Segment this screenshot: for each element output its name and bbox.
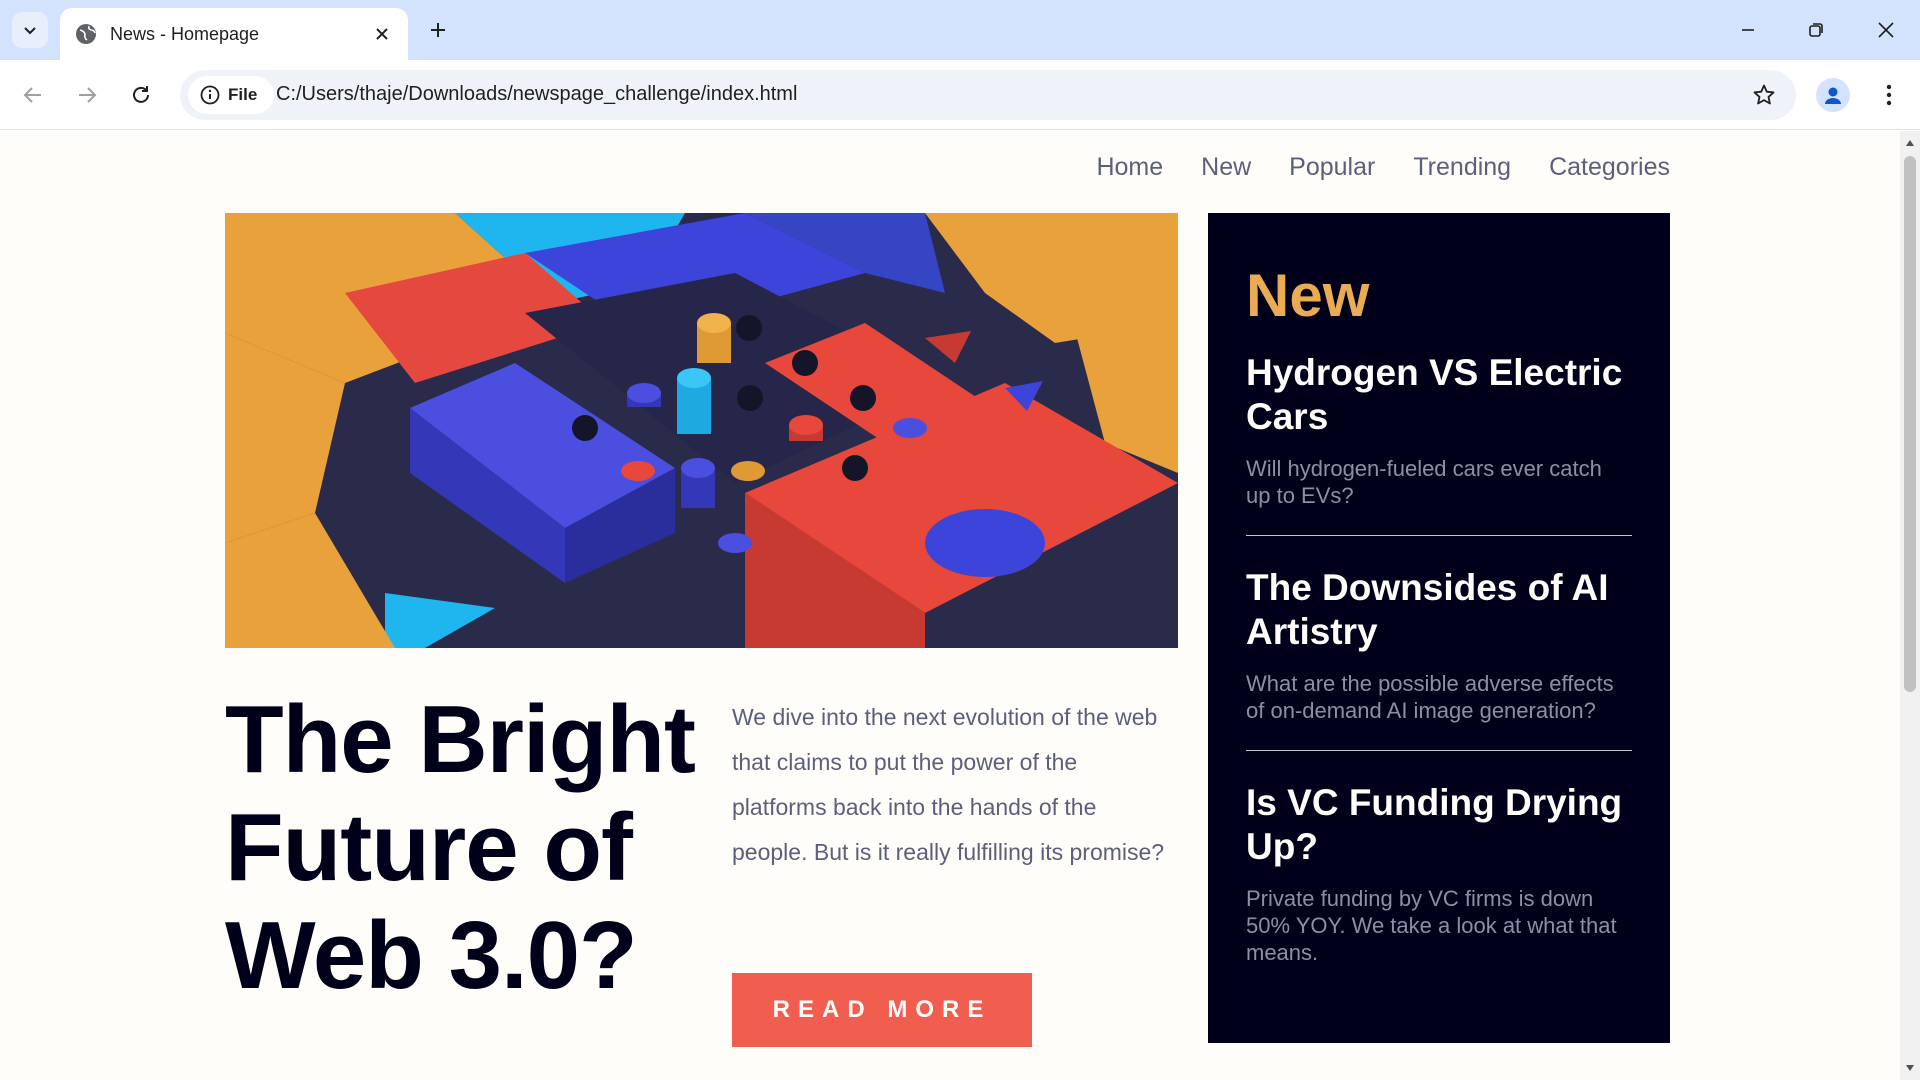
plus-icon: [431, 23, 445, 37]
nav-link-popular[interactable]: Popular: [1289, 153, 1375, 182]
tab-close-button[interactable]: [366, 18, 398, 50]
new-tab-button[interactable]: [422, 14, 454, 46]
hero-headline: The Bright Future of Web 3.0?: [225, 686, 696, 1009]
profile-icon: [1825, 87, 1841, 104]
new-articles-panel: New Hydrogen VS Electric Cars Will hydro…: [1208, 213, 1670, 1043]
page-viewport: Home New Popular Trending Categories The…: [0, 131, 1900, 1080]
globe-icon: [74, 22, 98, 46]
scroll-down-arrow[interactable]: [1904, 1062, 1916, 1074]
close-icon: [1878, 22, 1894, 38]
kebab-menu-icon: [1886, 84, 1892, 106]
scroll-up-arrow[interactable]: [1904, 137, 1916, 149]
minimize-button[interactable]: [1728, 12, 1768, 48]
forward-icon: [79, 87, 97, 103]
nav-link-home[interactable]: Home: [1096, 153, 1163, 182]
info-icon: [200, 85, 220, 105]
restore-button[interactable]: [1796, 12, 1836, 48]
news-item-title[interactable]: The Downsides of AI Artistry: [1246, 566, 1632, 654]
chevron-down-icon: [24, 27, 36, 35]
scroll-thumb[interactable]: [1904, 156, 1916, 692]
back-button[interactable]: [14, 76, 52, 114]
hero-image: [225, 213, 1178, 648]
nav-link-new[interactable]: New: [1201, 153, 1251, 182]
site-nav: Home New Popular Trending Categories: [1096, 153, 1670, 182]
bookmark-button[interactable]: [1748, 79, 1780, 111]
address-bar[interactable]: File C:/Users/thaje/Downloads/newspage_c…: [180, 70, 1796, 120]
back-icon: [23, 87, 41, 103]
minimize-icon: [1742, 29, 1754, 31]
browser-toolbar: File C:/Users/thaje/Downloads/newspage_c…: [0, 60, 1920, 130]
news-item-title[interactable]: Is VC Funding Drying Up?: [1246, 781, 1632, 869]
forward-button[interactable]: [68, 76, 106, 114]
nav-link-categories[interactable]: Categories: [1549, 153, 1670, 182]
news-item: Is VC Funding Drying Up? Private funding…: [1246, 750, 1632, 992]
browser-menu-button[interactable]: [1872, 78, 1906, 112]
site-chip-label: File: [228, 85, 258, 104]
close-icon: [376, 28, 388, 40]
hero-lede: We dive into the next evolution of the w…: [732, 704, 1165, 865]
browser-tab-strip: News - Homepage: [0, 0, 1920, 60]
news-item: The Downsides of AI Artistry What are th…: [1246, 535, 1632, 750]
reload-icon: [133, 86, 149, 103]
news-item: Hydrogen VS Electric Cars Will hydrogen-…: [1246, 331, 1632, 535]
reload-button[interactable]: [122, 76, 160, 114]
triangle-down-icon: [1906, 1065, 1914, 1071]
site-info-chip[interactable]: File: [188, 76, 274, 114]
news-item-title[interactable]: Hydrogen VS Electric Cars: [1246, 351, 1632, 439]
browser-tab[interactable]: News - Homepage: [60, 8, 408, 60]
star-icon: [1753, 84, 1775, 105]
nav-link-trending[interactable]: Trending: [1413, 153, 1511, 182]
url-text[interactable]: C:/Users/thaje/Downloads/newspage_challe…: [276, 83, 797, 106]
tab-search-button[interactable]: [12, 12, 48, 48]
close-window-button[interactable]: [1866, 12, 1906, 48]
restore-icon: [1809, 23, 1823, 37]
new-panel-title: New: [1246, 262, 1370, 329]
triangle-up-icon: [1906, 140, 1914, 146]
news-item-desc: Will hydrogen-fueled cars ever catch up …: [1246, 456, 1602, 508]
profile-button[interactable]: [1816, 78, 1850, 112]
read-more-button[interactable]: READ MORE: [732, 973, 1032, 1047]
news-item-desc: Private funding by VC firms is down 50% …: [1246, 886, 1617, 965]
news-item-desc: What are the possible adverse effects of…: [1246, 671, 1614, 723]
page-scrollbar[interactable]: [1900, 131, 1920, 1080]
tab-title: News - Homepage: [110, 23, 260, 44]
